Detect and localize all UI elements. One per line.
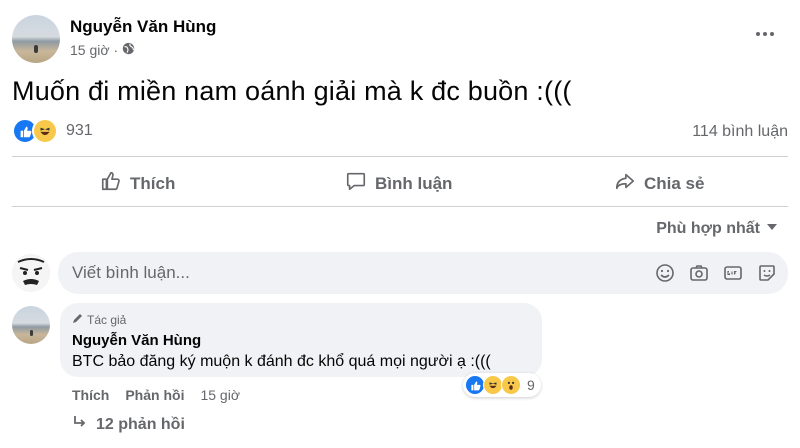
- like-label: Thích: [130, 173, 176, 193]
- comment-count[interactable]: 114 bình luận: [692, 123, 788, 141]
- post-meta: 15 giờ ·: [70, 42, 135, 58]
- sticker-icon[interactable]: [756, 262, 778, 284]
- rage-face-icon: [12, 254, 50, 292]
- share-label: Chia sẻ: [644, 173, 705, 193]
- comment-time[interactable]: 15 giờ: [200, 387, 240, 403]
- gif-icon[interactable]: [722, 262, 744, 284]
- wow-reaction-icon: [501, 375, 521, 395]
- camera-icon[interactable]: [688, 262, 710, 284]
- author-badge-label: Tác giả: [87, 312, 127, 327]
- more-options-icon[interactable]: [756, 32, 774, 36]
- comment-reaction-count: 9: [527, 377, 535, 393]
- comment-input-placeholder[interactable]: Viết bình luận...: [72, 263, 654, 283]
- comment-actions: Thích Phản hồi 15 giờ: [72, 387, 240, 403]
- post-author-name[interactable]: Nguyễn Văn Hùng: [70, 17, 216, 37]
- comment-text: BTC bảo đăng ký muộn k đánh đc khổ quá m…: [72, 353, 491, 370]
- comment-reactions[interactable]: 9: [463, 373, 541, 397]
- composer-tools: [654, 262, 778, 284]
- divider-bottom: [12, 206, 788, 207]
- comment-icon: [345, 170, 367, 197]
- post-reactions[interactable]: 931: [12, 118, 93, 144]
- like-button[interactable]: Thích: [100, 170, 175, 197]
- current-user-avatar[interactable]: [12, 254, 50, 292]
- reaction-count: 931: [66, 122, 93, 139]
- share-button[interactable]: Chia sẻ: [614, 170, 704, 197]
- comment-button[interactable]: Bình luận: [345, 170, 452, 197]
- comment-author-name[interactable]: Nguyễn Văn Hùng: [72, 332, 201, 349]
- haha-reaction-icon: [483, 375, 503, 395]
- globe-icon: [122, 42, 135, 58]
- pen-icon: [72, 312, 84, 327]
- comment-reply-button[interactable]: Phản hồi: [125, 387, 184, 403]
- post-text: Muốn đi miền nam oánh giải mà k đc buồn …: [12, 76, 572, 106]
- like-reaction-icon: [465, 375, 485, 395]
- caret-down-icon: [766, 220, 778, 238]
- haha-reaction-icon: [32, 118, 58, 144]
- sort-label: Phù hợp nhất: [656, 220, 760, 237]
- replies-count-label: 12 phản hồi: [96, 415, 185, 433]
- view-replies-button[interactable]: 12 phản hồi: [72, 414, 185, 435]
- comment-sort-dropdown[interactable]: Phù hợp nhất: [656, 220, 778, 238]
- post-time[interactable]: 15 giờ: [70, 42, 110, 58]
- meta-separator: ·: [113, 42, 119, 58]
- share-icon: [614, 170, 636, 197]
- post-author-avatar[interactable]: [12, 15, 60, 63]
- emoji-icon[interactable]: [654, 262, 676, 284]
- author-badge: Tác giả: [72, 312, 126, 327]
- comment-label: Bình luận: [375, 173, 453, 193]
- comment-composer[interactable]: Viết bình luận...: [58, 252, 788, 294]
- comment-author-avatar[interactable]: [12, 306, 50, 344]
- divider-top: [12, 156, 788, 157]
- comment-like-button[interactable]: Thích: [72, 387, 109, 403]
- reply-arrow-icon: [72, 414, 88, 435]
- thumbs-up-icon: [100, 170, 122, 197]
